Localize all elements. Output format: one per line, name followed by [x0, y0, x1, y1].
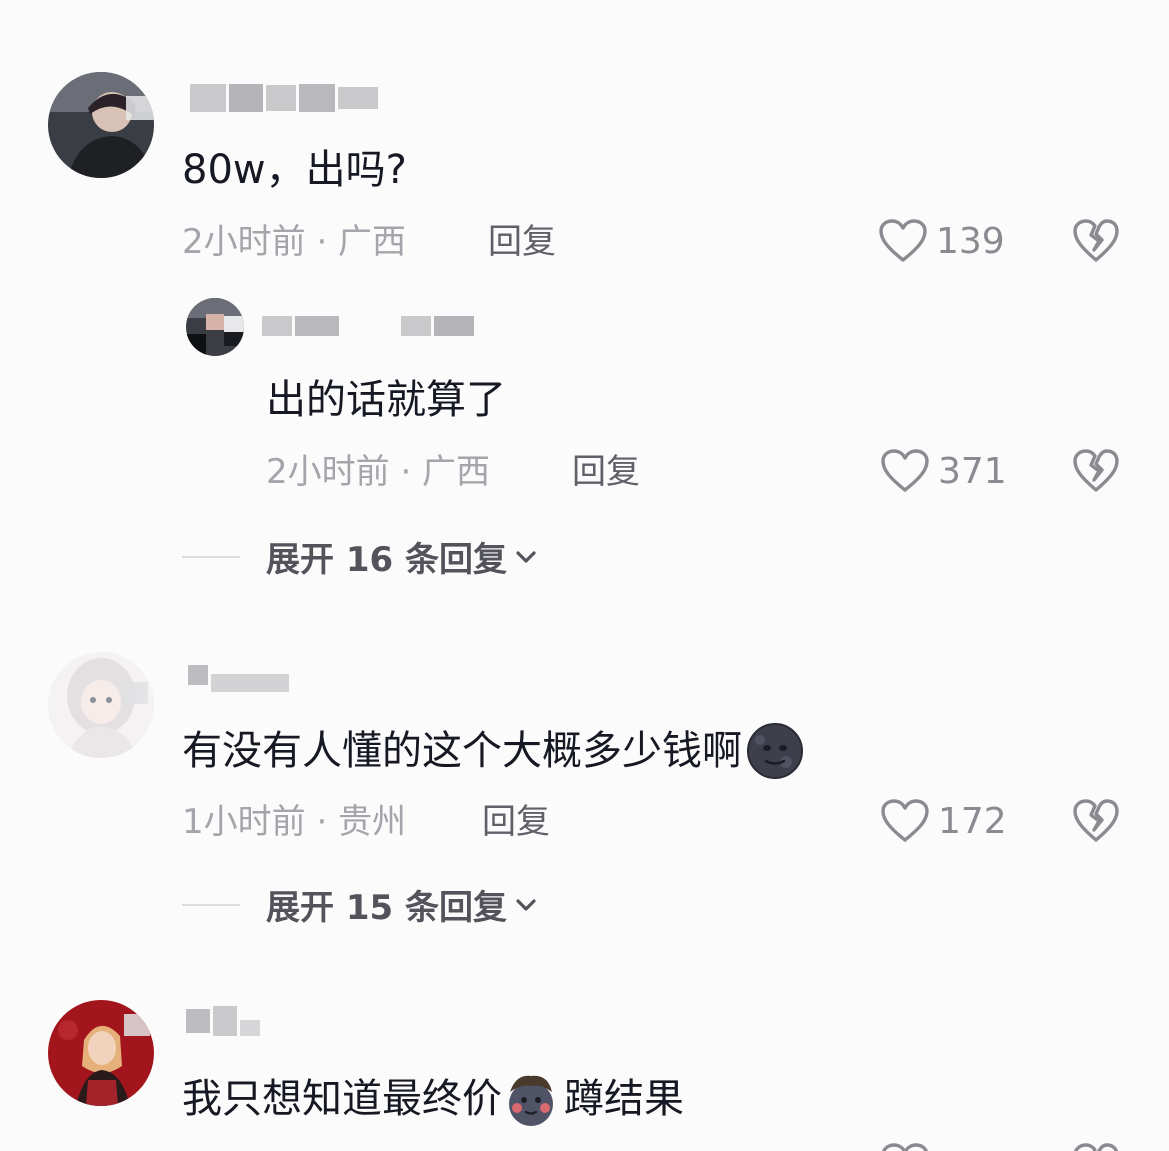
expand-replies-button[interactable]: 展开 15 条回复	[182, 880, 539, 929]
comment-text-content: 蹲结果	[564, 1076, 684, 1122]
heart-outline-icon	[879, 219, 927, 262]
comment-text-content: 我只想知道最终价	[182, 1076, 502, 1122]
expand-replies-button[interactable]: 展开 16 条回复	[182, 532, 539, 581]
avatar[interactable]	[48, 652, 154, 758]
like-count: 172	[938, 800, 1007, 842]
avatar[interactable]	[48, 72, 154, 178]
broken-heart-icon[interactable]	[1072, 1142, 1120, 1151]
expand-replies-label: 展开 15 条回复	[266, 888, 507, 928]
expand-replies-label: 展开 16 条回复	[266, 540, 507, 580]
reply-button[interactable]: 回复	[572, 452, 640, 492]
divider	[182, 903, 240, 906]
chevron-down-icon	[516, 550, 536, 563]
heart-outline-icon	[881, 449, 929, 492]
like-button[interactable]: 371	[880, 448, 1007, 494]
comment-text-content: 有没有人懂的这个大概多少钱啊	[182, 728, 742, 774]
reply-button[interactable]: 回复	[482, 802, 550, 842]
username-blurred[interactable]	[186, 1006, 260, 1036]
new-moon-face-icon	[746, 722, 804, 780]
broken-heart-icon[interactable]	[1072, 218, 1120, 264]
broken-heart-icon[interactable]	[1072, 448, 1120, 494]
comment-time-location: 2小时前 · 广西	[182, 222, 407, 262]
reply-time-location: 2小时前 · 广西	[266, 452, 491, 492]
like-count: 371	[938, 450, 1007, 492]
heart-outline-icon[interactable]	[880, 1142, 930, 1151]
divider	[182, 555, 240, 558]
heart-outline-icon	[881, 799, 929, 842]
username-blurred[interactable]	[190, 84, 378, 112]
broken-heart-icon[interactable]	[1072, 798, 1120, 844]
squatting-face-icon	[502, 1070, 560, 1128]
avatar[interactable]	[48, 1000, 154, 1106]
like-button[interactable]: 172	[880, 798, 1007, 844]
comment-text: 80w，出吗?	[182, 147, 407, 193]
avatar[interactable]	[186, 298, 244, 356]
like-count: 139	[936, 220, 1005, 262]
username-blurred[interactable]	[188, 658, 289, 692]
like-button[interactable]: 139	[878, 218, 1005, 264]
comment-text: 我只想知道最终价 蹲结果	[182, 1070, 684, 1128]
comment-text: 有没有人懂的这个大概多少钱啊	[182, 722, 804, 780]
reply-text: 出的话就算了	[266, 377, 506, 423]
username-blurred[interactable]	[262, 316, 474, 336]
comment-time-location: 1小时前 · 贵州	[182, 802, 407, 842]
chevron-down-icon	[516, 898, 536, 911]
reply-button[interactable]: 回复	[488, 222, 556, 262]
